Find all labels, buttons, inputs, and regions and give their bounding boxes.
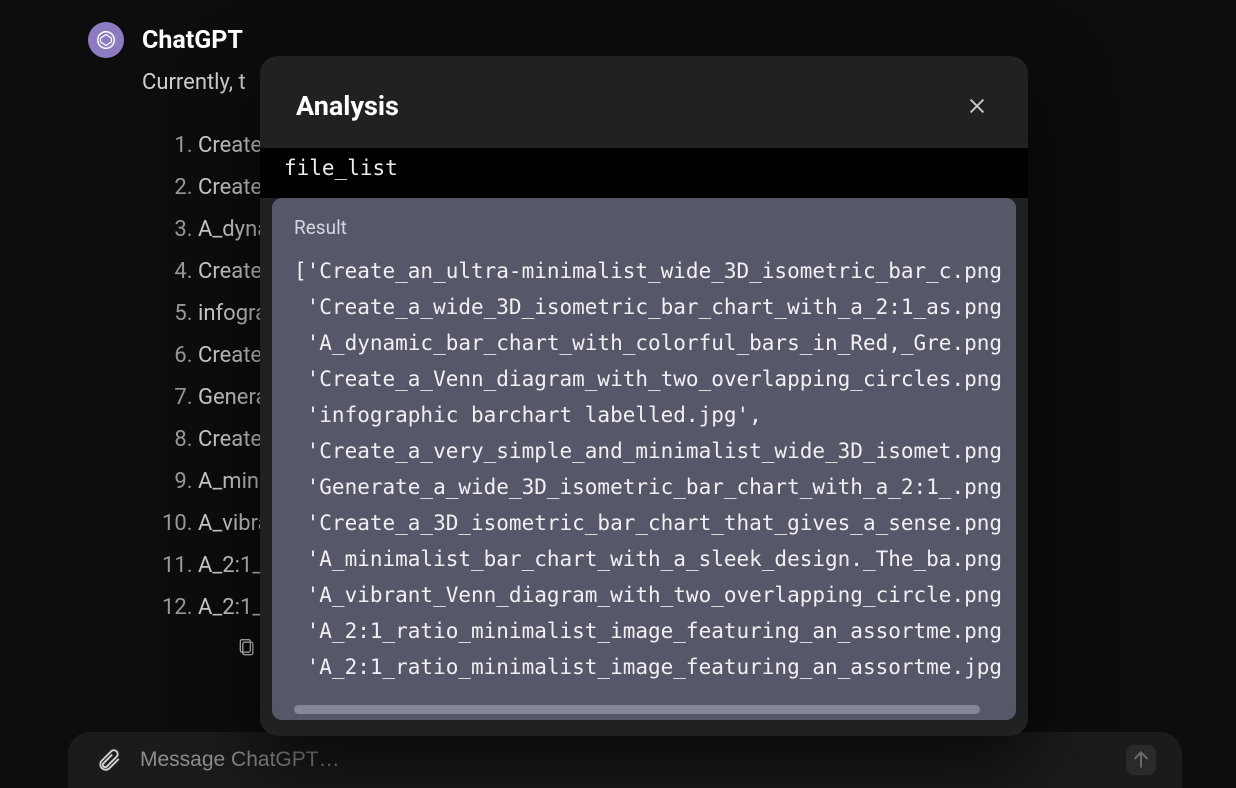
close-icon — [966, 95, 988, 117]
result-label: Result — [294, 216, 1004, 239]
code-text: file_list — [284, 156, 398, 180]
modal-title: Analysis — [296, 90, 399, 122]
modal-overlay: Analysis file_list Result ['Create_an_ul… — [0, 0, 1236, 788]
code-cell[interactable]: file_list — [260, 148, 1028, 198]
result-panel: Result ['Create_an_ultra-minimalist_wide… — [272, 198, 1016, 720]
result-output[interactable]: ['Create_an_ultra-minimalist_wide_3D_iso… — [294, 253, 1004, 685]
close-button[interactable] — [962, 91, 992, 121]
modal-header: Analysis — [260, 56, 1028, 122]
analysis-modal: Analysis file_list Result ['Create_an_ul… — [260, 56, 1028, 736]
horizontal-scrollbar[interactable] — [294, 705, 980, 714]
